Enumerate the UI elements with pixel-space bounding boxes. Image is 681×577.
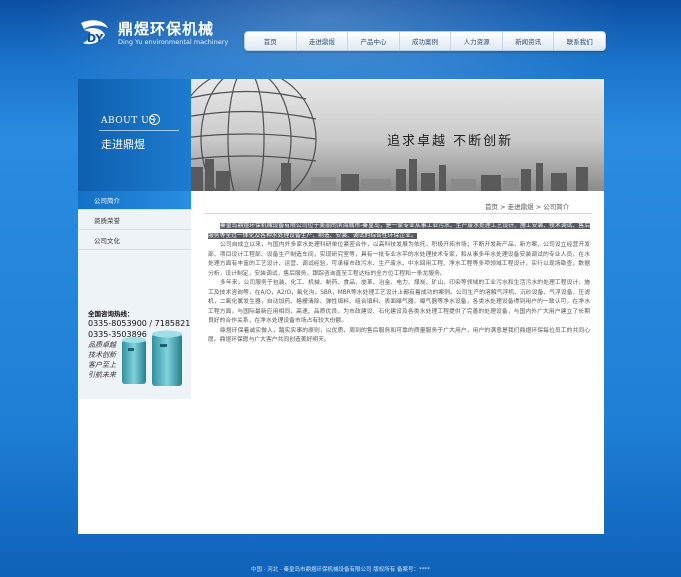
- breadcrumb-home[interactable]: 首页: [485, 203, 498, 211]
- breadcrumb-parent[interactable]: 走进鼎煜: [508, 203, 534, 211]
- breadcrumb-current: 公司简介: [543, 203, 570, 211]
- article-paragraph-1: 秦皇岛鼎煜环保机械设备有限公司位于美丽的滨海城市-秦皇岛，是一家专业从事工业污水…: [208, 222, 590, 241]
- breadcrumb-separator: >: [535, 203, 542, 211]
- article-paragraph-4: 鼎煜环保着诚实做人，踏实实事的原则，以优质、周到的售后服务和可靠的质量服务于广大…: [208, 327, 590, 344]
- article-highlight: 秦皇岛鼎煜环保机械设备有限公司位于美丽的滨海城市-秦皇岛，是一家专业从事工业污水…: [208, 223, 590, 239]
- divider: [99, 130, 179, 131]
- brand-name: 鼎煜环保机械: [118, 20, 215, 38]
- main-nav: 首页 走进鼎煜 产品中心 成功案例 人力资源 新闻资讯 联系我们: [244, 31, 606, 51]
- article-paragraph-2: 公司自成立以来，与国内外多家水处理科研单位紧密合作，以高科技发展为依托，积极开拓…: [208, 242, 590, 277]
- arrow-circle-icon: »: [149, 114, 160, 125]
- nav-news[interactable]: 新闻资讯: [501, 32, 554, 50]
- sidebar-item-honors[interactable]: 资质荣誉: [78, 211, 191, 230]
- banner-slogan: 追求卓越 不断创新: [387, 134, 514, 149]
- nav-hr[interactable]: 人力资源: [450, 32, 502, 50]
- svg-text:DY: DY: [87, 32, 104, 45]
- section-title-en: ABOUT US: [101, 116, 156, 126]
- breadcrumb-separator: >: [500, 203, 506, 211]
- hotline-title: 全国咨询热线：: [88, 310, 134, 318]
- nav-products[interactable]: 产品中心: [347, 32, 399, 50]
- brand-logo[interactable]: DY 鼎煜环保机械 Ding Yu environmental machiner…: [78, 16, 228, 52]
- section-title-cn: 走进鼎煜: [101, 138, 145, 151]
- nav-home[interactable]: 首页: [245, 32, 296, 50]
- footer-copyright: 中国 · 河北 · 秦皇岛市鼎煜环保机械设备有限公司 版权所有 备案号：****: [251, 567, 430, 573]
- article-body: 秦皇岛鼎煜环保机械设备有限公司位于美丽的滨海城市-秦皇岛，是一家专业从事工业污水…: [208, 222, 590, 346]
- breadcrumb: 首页 > 走进鼎煜 > 公司简介: [485, 201, 569, 211]
- article-paragraph-3: 多年来，公司服务于包装、化工、机械、制药、食品、皮革、冶金、电力、煤炭、矿山、印…: [208, 280, 590, 324]
- nav-cases[interactable]: 成功案例: [398, 32, 451, 50]
- sidebar-item-company-profile[interactable]: 公司简介: [78, 191, 191, 210]
- breadcrumb-divider: [204, 213, 592, 214]
- nav-about[interactable]: 走进鼎煜: [295, 32, 348, 50]
- equipment-tanks-image: [122, 330, 182, 386]
- section-header: [78, 79, 191, 191]
- nav-contact[interactable]: 联系我们: [553, 32, 605, 50]
- sidebar-item-culture[interactable]: 公司文化: [78, 231, 191, 250]
- logo-mark-icon: DY: [81, 20, 108, 45]
- brand-subtitle: Ding Yu environmental machinery: [118, 38, 229, 46]
